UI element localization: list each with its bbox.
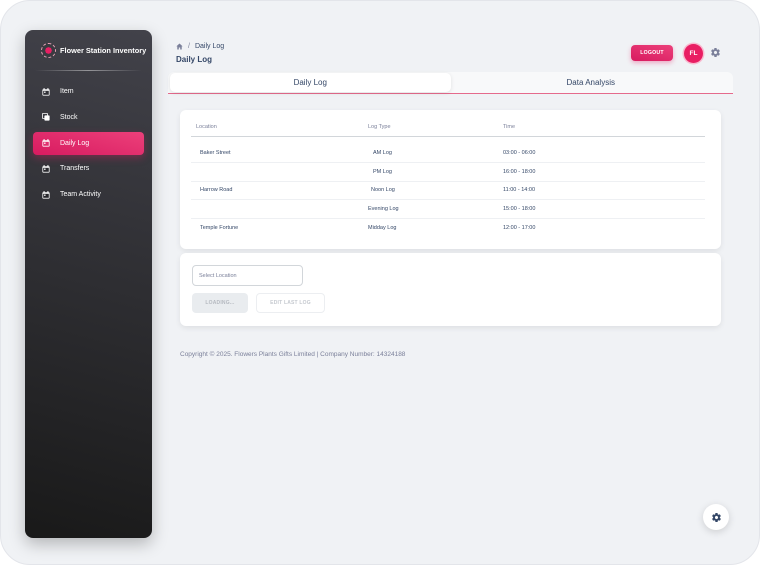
table-row[interactable]: Baker Street AM Log 03:00 - 06:00 (191, 144, 705, 163)
cell-location: Harrow Road (191, 181, 368, 200)
table-row[interactable]: PM Log 16:00 - 18:00 (191, 162, 705, 182)
location-select[interactable]: Select Location (192, 265, 303, 286)
cell-log-type: AM Log (368, 144, 503, 163)
table-header-row: Location Log Type Time (191, 119, 705, 137)
brand[interactable]: Flower Station Inventory (41, 42, 146, 58)
cell-location: Temple Fortune (200, 224, 239, 231)
cell-log-type: PM Log (368, 162, 503, 182)
sidebar-item-item[interactable]: Item (33, 80, 144, 103)
avatar[interactable]: FL (684, 44, 703, 63)
cell-location: Baker Street (191, 144, 368, 163)
calendar-icon (42, 87, 50, 96)
calendar-icon (42, 190, 50, 199)
log-form-card: Select Location LOADING... EDIT LAST LOG (180, 253, 721, 326)
sidebar-divider (35, 70, 142, 71)
table-row[interactable]: Temple Fortune Midday Log 12:00 - 17:00 (191, 218, 705, 237)
column-header-location: Location (191, 119, 368, 137)
sidebar-item-label: Stock (60, 113, 78, 121)
cell-log-type: Evening Log (368, 199, 503, 219)
copy-icon (42, 113, 50, 121)
sidebar-item-label: Daily Log (60, 139, 90, 147)
log-table-card: Location Log Type Time Baker Street AM L… (180, 110, 721, 249)
breadcrumb-separator: / (188, 43, 190, 50)
sidebar-item-label: Team Activity (60, 191, 101, 199)
home-icon[interactable] (176, 43, 183, 50)
flower-logo-icon (41, 42, 56, 58)
tab-bar: Daily Log Data Analysis (168, 72, 733, 94)
column-header-time: Time (503, 119, 705, 137)
table-row[interactable]: Harrow Road Noon Log 11:00 - 14:00 (191, 181, 705, 200)
cell-log-type: Noon Log (368, 181, 503, 200)
loading-button[interactable]: LOADING... (192, 293, 248, 313)
footer-copyright: Copyright © 2025. Flowers Plants Gifts L… (180, 351, 406, 358)
tab-data-analysis[interactable]: Data Analysis (451, 73, 732, 92)
cell-location (191, 199, 368, 219)
app-frame: Flower Station Inventory Item Stock Dail… (0, 0, 760, 565)
column-header-log-type: Log Type (368, 119, 503, 137)
brand-name: Flower Station Inventory (60, 45, 147, 55)
gear-icon (711, 512, 721, 522)
sidebar-item-label: Transfers (60, 165, 90, 173)
cell-location (191, 162, 368, 182)
sidebar: Flower Station Inventory Item Stock Dail… (25, 30, 152, 538)
sidebar-item-label: Item (60, 88, 74, 95)
logout-button[interactable]: LOGOUT (631, 45, 673, 61)
sidebar-nav: Item Stock Daily Log Transfers Team Acti… (33, 80, 144, 209)
table-spacer (191, 136, 705, 144)
calendar-icon (42, 139, 50, 147)
cell-time: 16:00 - 18:00 (503, 162, 705, 182)
edit-last-log-button[interactable]: EDIT LAST LOG (256, 293, 325, 313)
sidebar-item-daily-log[interactable]: Daily Log (33, 131, 144, 155)
log-table: Location Log Type Time Baker Street AM L… (191, 119, 705, 237)
cell-time: 11:00 - 14:00 (503, 181, 705, 200)
cell-time: 15:00 - 18:00 (503, 199, 705, 219)
sidebar-item-transfers[interactable]: Transfers (33, 157, 144, 180)
sidebar-item-team-activity[interactable]: Team Activity (33, 183, 144, 206)
gear-icon[interactable] (711, 48, 720, 57)
breadcrumb-current: Daily Log (194, 43, 225, 50)
tab-daily-log[interactable]: Daily Log (170, 73, 451, 92)
sidebar-item-stock[interactable]: Stock (33, 106, 144, 129)
table-row[interactable]: Evening Log 15:00 - 18:00 (191, 199, 705, 219)
page-title: Daily Log (176, 55, 213, 64)
cell-time: 03:00 - 06:00 (503, 144, 705, 163)
calendar-icon (42, 164, 50, 173)
breadcrumb: / Daily Log (176, 43, 224, 50)
cell-log-type: Midday Log (368, 224, 397, 231)
cell-time: 12:00 - 17:00 (503, 224, 536, 231)
settings-fab[interactable] (703, 504, 729, 530)
